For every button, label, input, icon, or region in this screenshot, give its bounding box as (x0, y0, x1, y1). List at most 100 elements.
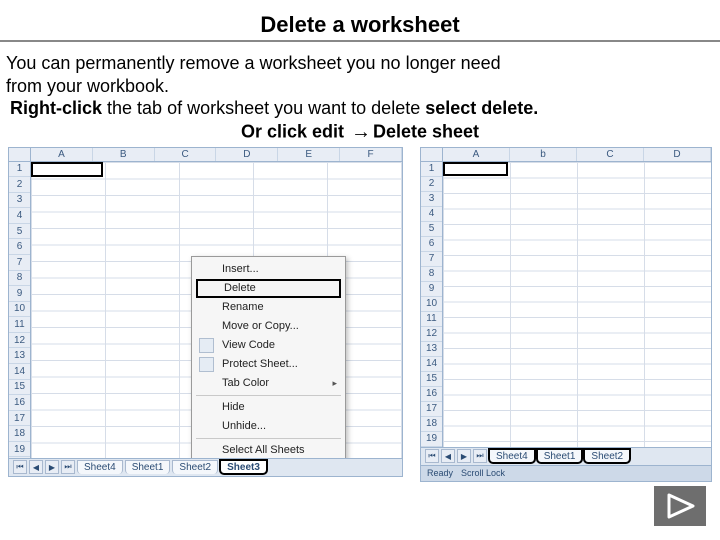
row-header[interactable]: 18 (421, 417, 442, 432)
body-line-2: from your workbook. (6, 75, 714, 98)
select-all-corner[interactable] (9, 148, 31, 162)
cell-grid[interactable] (443, 162, 711, 447)
row-headers: 12345678910111213141516171819 (421, 162, 443, 447)
row-header[interactable]: 2 (421, 177, 442, 192)
body-text: You can permanently remove a worksheet y… (0, 48, 720, 145)
tab-nav-next[interactable]: ▶ (45, 460, 59, 474)
body-line-4: Or click edit →Delete sheet (6, 120, 714, 145)
tab-nav-first[interactable]: ⏮ (13, 460, 27, 474)
title-bar: Delete a worksheet (0, 12, 720, 48)
tab-nav-last[interactable]: ⏭ (61, 460, 75, 474)
rightclick-word: Right-click (10, 98, 102, 118)
row-header[interactable]: 19 (421, 432, 442, 447)
column-header[interactable]: D (644, 148, 711, 161)
sheet-tab[interactable]: Sheet2 (584, 449, 630, 463)
column-header[interactable]: E (278, 148, 340, 161)
cell-selection (31, 162, 103, 177)
column-header[interactable]: C (577, 148, 644, 161)
row-header[interactable]: 16 (9, 395, 30, 411)
row-header[interactable]: 4 (9, 208, 30, 224)
tab-nav-first[interactable]: ⏮ (425, 449, 439, 463)
tab-nav-next[interactable]: ▶ (457, 449, 471, 463)
menu-delete[interactable]: Delete (196, 279, 341, 298)
delete-sheet-word: Delete sheet (373, 121, 479, 141)
column-header[interactable]: D (216, 148, 278, 161)
row-header[interactable]: 9 (421, 282, 442, 297)
row-header[interactable]: 15 (421, 372, 442, 387)
row-header[interactable]: 5 (421, 222, 442, 237)
row-header[interactable]: 14 (421, 357, 442, 372)
body-line-3: Right-click the tab of worksheet you wan… (6, 97, 714, 120)
row-header[interactable]: 17 (421, 402, 442, 417)
sheet-tab[interactable]: Sheet3 (220, 460, 267, 474)
sheet-tab[interactable]: Sheet4 (77, 460, 123, 474)
status-scroll-lock: Scroll Lock (461, 468, 505, 478)
row-header[interactable]: 19 (9, 442, 30, 458)
column-header[interactable]: C (155, 148, 217, 161)
row-header[interactable]: 1 (421, 162, 442, 177)
row-header[interactable]: 13 (421, 342, 442, 357)
row-header[interactable]: 1 (9, 162, 30, 178)
slide: Delete a worksheet You can permanently r… (0, 0, 720, 540)
tab-nav-last[interactable]: ⏭ (473, 449, 487, 463)
row-header[interactable]: 8 (9, 271, 30, 287)
column-header[interactable]: A (31, 148, 93, 161)
row-header[interactable]: 11 (421, 312, 442, 327)
row-header[interactable]: 16 (421, 387, 442, 402)
row-header[interactable]: 11 (9, 317, 30, 333)
status-bar: Ready Scroll Lock (421, 465, 711, 481)
select-delete-word: select delete. (425, 98, 538, 118)
row-header[interactable]: 13 (9, 348, 30, 364)
column-header[interactable]: F (340, 148, 402, 161)
menu-insert[interactable]: Insert... (194, 260, 343, 279)
row-header[interactable]: 12 (9, 333, 30, 349)
row-header[interactable]: 6 (421, 237, 442, 252)
menu-rename[interactable]: Rename (194, 298, 343, 317)
context-menu: Insert... Delete Rename Move or Copy... … (191, 256, 346, 464)
column-header[interactable]: B (93, 148, 155, 161)
row-header[interactable]: 10 (9, 302, 30, 318)
row-header[interactable]: 9 (9, 286, 30, 302)
tab-nav-prev[interactable]: ◀ (441, 449, 455, 463)
sheet-tab[interactable]: Sheet2 (172, 460, 218, 474)
sheet-tab-strip: ⏮ ◀ ▶ ⏭ Sheet4Sheet1Sheet2Sheet3 (9, 458, 402, 476)
row-header[interactable]: 8 (421, 267, 442, 282)
row-header[interactable]: 2 (9, 177, 30, 193)
row-header[interactable]: 7 (421, 252, 442, 267)
menu-view-code[interactable]: View Code (194, 336, 343, 355)
spreadsheet-right: AbCD 12345678910111213141516171819 ⏮ ◀ ▶… (420, 147, 712, 482)
row-header[interactable]: 17 (9, 411, 30, 427)
row-headers: 12345678910111213141516171819 (9, 162, 31, 458)
code-icon (199, 338, 214, 353)
menu-hide[interactable]: Hide (194, 398, 343, 417)
sheet-tab[interactable]: Sheet4 (489, 449, 535, 463)
row-header[interactable]: 14 (9, 364, 30, 380)
cell-selection (443, 162, 508, 176)
sheet-tab[interactable]: Sheet1 (125, 460, 171, 474)
row-header[interactable]: 18 (9, 426, 30, 442)
body-line-1: You can permanently remove a worksheet y… (6, 52, 714, 75)
row-header[interactable]: 3 (421, 192, 442, 207)
column-header[interactable]: A (443, 148, 510, 161)
menu-unhide[interactable]: Unhide... (194, 417, 343, 436)
tab-nav-prev[interactable]: ◀ (29, 460, 43, 474)
row-header[interactable]: 4 (421, 207, 442, 222)
select-all-corner[interactable] (421, 148, 443, 162)
sheet-tab[interactable]: Sheet1 (537, 449, 583, 463)
play-button[interactable] (654, 486, 706, 526)
play-icon (665, 493, 695, 519)
row-header[interactable]: 6 (9, 239, 30, 255)
column-header[interactable]: b (510, 148, 577, 161)
slide-title: Delete a worksheet (0, 12, 720, 38)
row-header[interactable]: 15 (9, 380, 30, 396)
screenshots-area: ABCDEF 12345678910111213141516171819 Ins… (0, 147, 720, 487)
row-header[interactable]: 10 (421, 297, 442, 312)
menu-protect-sheet[interactable]: Protect Sheet... (194, 355, 343, 374)
row-header[interactable]: 12 (421, 327, 442, 342)
menu-move-copy[interactable]: Move or Copy... (194, 317, 343, 336)
row-header[interactable]: 7 (9, 255, 30, 271)
row-header[interactable]: 3 (9, 193, 30, 209)
menu-separator (196, 438, 341, 439)
row-header[interactable]: 5 (9, 224, 30, 240)
menu-tab-color[interactable]: Tab Color▸ (194, 374, 343, 393)
